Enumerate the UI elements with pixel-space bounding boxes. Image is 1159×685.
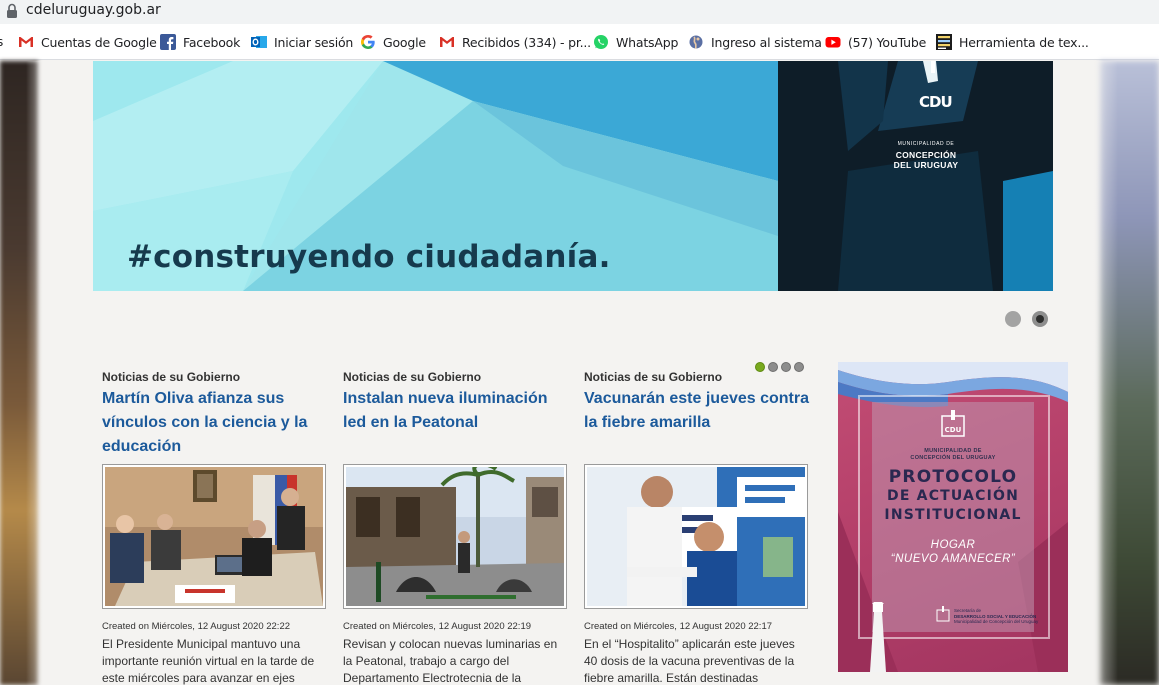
bookmark-label: Cuentas de Google bbox=[41, 34, 157, 50]
lock-icon bbox=[7, 3, 17, 18]
youtube-icon bbox=[825, 37, 841, 48]
news-category[interactable]: Noticias de su Gobierno bbox=[584, 370, 810, 384]
protocol-banner-ad[interactable]: CDU MUNICIPALIDAD DE CONCEPCIÓN DEL URUG… bbox=[838, 362, 1068, 672]
bookmark-label: WhatsApp bbox=[616, 34, 679, 50]
news-date: Created on Miércoles, 12 August 2020 22:… bbox=[343, 621, 532, 632]
ad-subtitle-line1: HOGAR bbox=[930, 539, 976, 551]
text-tool-icon bbox=[936, 34, 952, 50]
bookmark-label: Google bbox=[383, 34, 426, 50]
url-text[interactable]: cdeluruguay.gob.ar bbox=[26, 2, 161, 18]
bookmark-google[interactable]: Google bbox=[360, 33, 426, 51]
ad-municipality: MUNICIPALIDAD DE CONCEPCIÓN DEL URUGUAY bbox=[838, 448, 1068, 462]
news-category[interactable]: Noticias de su Gobierno bbox=[102, 370, 328, 384]
bookmark-herramienta-de-texto[interactable]: Herramienta de tex... bbox=[936, 33, 1089, 51]
news-item: Noticias de su Gobierno Martín Oliva afi… bbox=[102, 370, 328, 685]
bookmark-label: Iniciar sesión bbox=[274, 34, 354, 50]
ad-protocol-line2: DE ACTUACIÓN bbox=[887, 488, 1019, 504]
ad-municipality-line1: MUNICIPALIDAD DE bbox=[924, 448, 982, 454]
news-thumbnail[interactable] bbox=[102, 464, 326, 609]
google-icon bbox=[361, 35, 375, 49]
lighthouse-graphic bbox=[870, 602, 886, 672]
ad-footer-logo bbox=[936, 606, 950, 622]
news-item: Noticias de su Gobierno Instalan nueva i… bbox=[343, 370, 569, 685]
facebook-icon bbox=[160, 34, 176, 50]
outlook-icon bbox=[251, 36, 267, 48]
ad-subtitle: HOGAR “NUEVO AMANECER” bbox=[838, 538, 1068, 566]
news-photo-street-lighting bbox=[346, 467, 564, 606]
gmail-icon bbox=[19, 37, 33, 47]
background-fade-right bbox=[1078, 61, 1118, 685]
ad-footer-line3: Municipalidad de Concepción del Uruguay bbox=[954, 619, 1039, 624]
news-item: Noticias de su Gobierno Vacunarán este j… bbox=[584, 370, 810, 685]
news-photo-meeting bbox=[105, 467, 323, 606]
bookmark-label: Ingreso al sistema bbox=[711, 34, 822, 50]
cdu-ballot-box-graphic bbox=[778, 61, 1053, 291]
background-fade-left bbox=[26, 61, 56, 685]
ad-protocol-line1: PROTOCOLO bbox=[888, 467, 1018, 487]
municipality-caption: MUNICIPALIDAD DE CONCEPCIÓN DEL URUGUAY bbox=[881, 139, 971, 170]
bookmark-youtube[interactable]: (57) YouTube bbox=[825, 33, 926, 51]
ad-subtitle-line2: “NUEVO AMANECER” bbox=[890, 553, 1016, 565]
bookmark-label: Facebook bbox=[183, 34, 241, 50]
bookmark-label: Recibidos (334) - pr... bbox=[462, 34, 591, 50]
hero-hashtag: #construyendo ciudadanía. bbox=[127, 239, 611, 275]
svg-text:CDU: CDU bbox=[945, 426, 962, 434]
news-title-link[interactable]: Instalan nueva iluminación led en la Pea… bbox=[343, 387, 569, 475]
news-excerpt: Revisan y colocan nuevas luminarias en l… bbox=[343, 637, 558, 685]
bookmark-ingreso-al-sistema[interactable]: Ingreso al sistema bbox=[688, 33, 822, 51]
ad-footer: Secretaría de DESARROLLO SOCIAL Y EDUCAC… bbox=[954, 608, 1038, 625]
news-title-link[interactable]: Martín Oliva afianza sus vínculos con la… bbox=[102, 387, 328, 475]
bookmark-label: (57) YouTube bbox=[848, 34, 927, 50]
hero-dark-panel bbox=[778, 61, 1053, 291]
news-date: Created on Miércoles, 12 August 2020 22:… bbox=[102, 621, 291, 632]
globe-icon bbox=[689, 35, 703, 49]
news-category[interactable]: Noticias de su Gobierno bbox=[343, 370, 569, 384]
news-excerpt: En el “Hospitalito” aplicarán este jueve… bbox=[584, 637, 795, 685]
bookmark-label: Herramienta de tex... bbox=[959, 34, 1089, 50]
hero-banner[interactable]: CDU MUNICIPALIDAD DE CONCEPCIÓN DEL URUG… bbox=[93, 61, 1053, 291]
bookmarks-bar: s Cuentas de Google Facebook Iniciar ses… bbox=[0, 24, 1159, 60]
bookmark-recibidos[interactable]: Recibidos (334) - pr... bbox=[439, 33, 591, 51]
cdu-logo: CDU bbox=[919, 93, 953, 111]
bookmark-whatsapp[interactable]: WhatsApp bbox=[593, 33, 678, 51]
bookmark-iniciar-sesion[interactable]: Iniciar sesión bbox=[251, 33, 353, 51]
news-date: Created on Miércoles, 12 August 2020 22:… bbox=[584, 621, 773, 632]
bookmark-cuentas-de-google[interactable]: Cuentas de Google bbox=[18, 33, 157, 51]
ad-municipality-line2: CONCEPCIÓN DEL URUGUAY bbox=[910, 455, 996, 461]
news-title-link[interactable]: Vacunarán este jueves contra la fiebre a… bbox=[584, 387, 810, 475]
bookmark-overflow-edge: s bbox=[0, 33, 3, 51]
whatsapp-icon bbox=[594, 35, 608, 49]
municipality-caption-small: MUNICIPALIDAD DE bbox=[897, 141, 955, 147]
news-thumbnail[interactable] bbox=[584, 464, 808, 609]
municipality-caption-line1: CONCEPCIÓN bbox=[895, 150, 957, 160]
news-photo-vaccination bbox=[587, 467, 805, 606]
cdu-logo-icon: CDU bbox=[941, 410, 965, 437]
bookmark-facebook[interactable]: Facebook bbox=[160, 33, 240, 51]
address-bar[interactable]: cdeluruguay.gob.ar bbox=[0, 0, 1159, 24]
gmail-icon bbox=[440, 37, 454, 47]
slider-dot-2-active[interactable] bbox=[1032, 311, 1048, 327]
municipality-caption-line2: DEL URUGUAY bbox=[893, 160, 959, 170]
ad-protocol-title: PROTOCOLO DE ACTUACIÓN INSTITUCIONAL bbox=[838, 468, 1068, 525]
ad-protocol-line3: INSTITUCIONAL bbox=[884, 507, 1022, 523]
news-thumbnail[interactable] bbox=[343, 464, 567, 609]
news-excerpt: El Presidente Municipal mantuvo una impo… bbox=[102, 637, 315, 685]
hero-slider-pagination bbox=[1005, 311, 1050, 327]
slider-dot-1[interactable] bbox=[1005, 311, 1021, 327]
